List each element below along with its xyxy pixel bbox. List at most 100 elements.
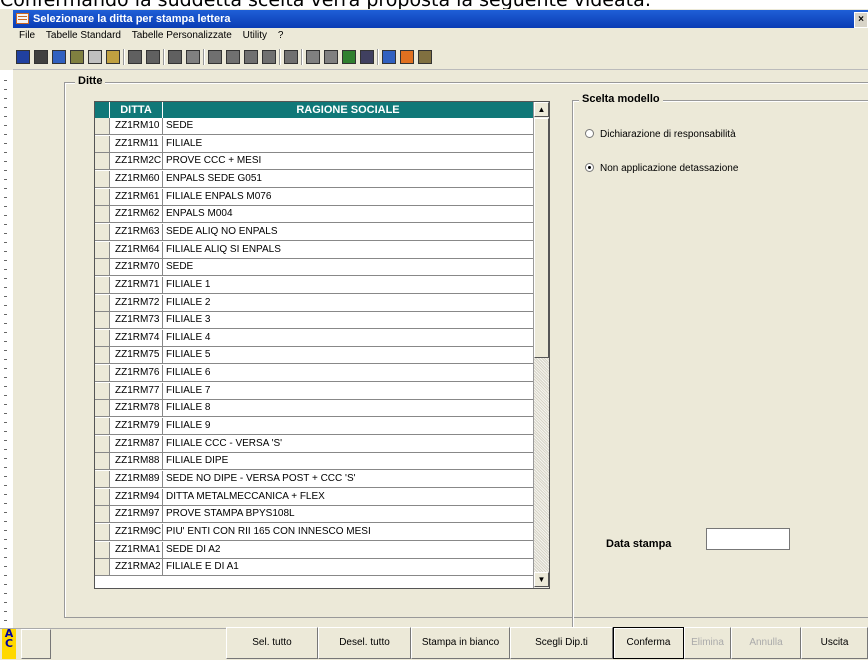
cancel-icon[interactable] [34, 50, 48, 64]
tools-icon[interactable] [284, 50, 298, 64]
row-selector[interactable] [95, 188, 110, 205]
row-selector[interactable] [95, 329, 110, 346]
close-button[interactable]: × [854, 12, 868, 28]
chart-icon[interactable] [306, 50, 320, 64]
find-icon[interactable] [168, 50, 182, 64]
table-row[interactable]: ZZ1RM9C PIU' ENTI CON RII 165 CON INNESCO… [95, 523, 533, 541]
menu-help[interactable]: ? [278, 30, 284, 41]
row-selector[interactable] [95, 471, 110, 487]
row-selector[interactable] [95, 312, 110, 329]
desel-tutto-button[interactable]: Desel. tutto [318, 627, 411, 659]
row-selector[interactable] [95, 382, 110, 399]
menu-tabelle-personalizzate[interactable]: Tabelle Personalizzate [132, 30, 232, 41]
uscita-button[interactable]: Uscita [801, 627, 868, 659]
menu-utility[interactable]: Utility [243, 30, 267, 41]
blank-button[interactable] [21, 629, 51, 659]
next-record-icon[interactable] [244, 50, 258, 64]
table-row[interactable]: ZZ1RM64 FILIALE ALIQ SI ENPALS [95, 241, 533, 259]
row-selector[interactable] [95, 294, 110, 311]
row-selector[interactable] [95, 347, 110, 364]
menu-tabelle-standard[interactable]: Tabelle Standard [46, 30, 121, 41]
table-row[interactable]: ZZ1RMA2 FILIALE E DI A1 [95, 559, 533, 577]
table-row[interactable]: ZZ1RM11 FILIALE [95, 135, 533, 153]
find-next-icon[interactable] [186, 50, 200, 64]
row-selector[interactable] [95, 488, 110, 505]
row-selector[interactable] [95, 506, 110, 523]
scroll-thumb[interactable] [534, 118, 549, 358]
radio-non-applicazione-dot[interactable] [585, 163, 594, 172]
print-preview-icon[interactable] [146, 50, 160, 64]
row-selector[interactable] [95, 435, 110, 452]
new-icon[interactable] [88, 50, 102, 64]
radio-non-applicazione[interactable]: Non applicazione detassazione [585, 163, 738, 175]
table-row[interactable]: ZZ1RM76 FILIALE 6 [95, 365, 533, 383]
row-selector[interactable] [95, 259, 110, 276]
elimina-button[interactable]: Elimina [684, 627, 731, 659]
table-row[interactable]: ZZ1RMA1 SEDE DI A2 [95, 541, 533, 559]
menu-file[interactable]: File [19, 30, 35, 41]
row-selector[interactable] [95, 418, 110, 434]
row-selector[interactable] [95, 453, 110, 470]
row-selector[interactable] [95, 170, 110, 187]
list-icon[interactable] [418, 50, 432, 64]
annulla-button[interactable]: Annulla [731, 627, 801, 659]
table-row[interactable]: ZZ1RM74 FILIALE 4 [95, 329, 533, 347]
row-selector[interactable] [95, 365, 110, 382]
grid-scrollbar[interactable]: ▲ ▼ [533, 102, 549, 588]
table-row[interactable]: ZZ1RM60 ENPALS SEDE G051 [95, 170, 533, 188]
table-row[interactable]: ZZ1RM78 FILIALE 8 [95, 400, 533, 418]
table-row[interactable]: ZZ1RM72 FILIALE 2 [95, 294, 533, 312]
table-row[interactable]: ZZ1RM87 FILIALE CCC - VERSA 'S' [95, 435, 533, 453]
row-selector[interactable] [95, 118, 110, 134]
row-selector[interactable] [95, 400, 110, 417]
ditte-grid[interactable]: DITTA RAGIONE SOCIALE ZZ1RM10 SEDE ZZ1RM11… [94, 101, 550, 589]
table-row[interactable]: ZZ1RM70 SEDE [95, 259, 533, 277]
save-icon[interactable] [16, 50, 30, 64]
refresh-icon[interactable] [52, 50, 66, 64]
table-row[interactable]: ZZ1RM75 FILIALE 5 [95, 347, 533, 365]
table-row[interactable]: ZZ1RM62 ENPALS M004 [95, 206, 533, 224]
last-record-icon[interactable] [262, 50, 276, 64]
table-row[interactable]: ZZ1RM88 FILIALE DIPE [95, 453, 533, 471]
radio-dichiarazione-dot[interactable] [585, 129, 594, 138]
calc-icon[interactable] [324, 50, 338, 64]
scegli-dipti-button[interactable]: Scegli Dip.ti [510, 627, 613, 659]
row-selector[interactable] [95, 153, 110, 170]
table-row[interactable]: ZZ1RM73 FILIALE 3 [95, 312, 533, 330]
scroll-down-button[interactable]: ▼ [534, 572, 549, 587]
radio-dichiarazione[interactable]: Dichiarazione di responsabilità [585, 129, 736, 141]
table-row[interactable]: ZZ1RM77 FILIALE 7 [95, 382, 533, 400]
table-row[interactable]: ZZ1RM71 FILIALE 1 [95, 276, 533, 294]
stampa-in-bianco-button[interactable]: Stampa in bianco [411, 627, 510, 659]
row-selector[interactable] [95, 523, 110, 540]
row-selector[interactable] [95, 223, 110, 240]
home-icon[interactable] [400, 50, 414, 64]
db-icon[interactable] [70, 50, 84, 64]
row-selector[interactable] [95, 276, 110, 293]
print-icon[interactable] [128, 50, 142, 64]
conferma-button[interactable]: Conferma [613, 627, 684, 659]
table-row[interactable]: ZZ1RM2C PROVE CCC + MESI [95, 153, 533, 171]
column-ditta[interactable]: DITTA [110, 102, 163, 118]
row-selector[interactable] [95, 559, 110, 576]
row-selector[interactable] [95, 541, 110, 558]
sel-tutto-button[interactable]: Sel. tutto [226, 627, 318, 659]
table-row[interactable]: ZZ1RM97 PROVE STAMPA BPYS108L [95, 506, 533, 524]
row-selector[interactable] [95, 206, 110, 223]
users-icon[interactable] [382, 50, 396, 64]
scroll-up-button[interactable]: ▲ [534, 102, 549, 117]
table-row[interactable]: ZZ1RM63 SEDE ALIQ NO ENPALS [95, 223, 533, 241]
prev-record-icon[interactable] [226, 50, 240, 64]
book-icon[interactable] [342, 50, 356, 64]
table-row[interactable]: ZZ1RM94 DITTA METALMECCANICA + FLEX [95, 488, 533, 506]
row-selector[interactable] [95, 241, 110, 258]
scroll-track[interactable] [534, 358, 549, 572]
table-row[interactable]: ZZ1RM89 SEDE NO DIPE - VERSA POST + CCC '… [95, 471, 533, 488]
column-ragione-sociale[interactable]: RAGIONE SOCIALE [163, 102, 533, 118]
row-selector[interactable] [95, 135, 110, 152]
monitor-icon[interactable] [360, 50, 374, 64]
table-row[interactable]: ZZ1RM79 FILIALE 9 [95, 418, 533, 435]
table-row[interactable]: ZZ1RM61 FILIALE ENPALS M076 [95, 188, 533, 206]
data-stampa-input[interactable] [706, 528, 790, 550]
select-all-header[interactable] [95, 102, 110, 118]
